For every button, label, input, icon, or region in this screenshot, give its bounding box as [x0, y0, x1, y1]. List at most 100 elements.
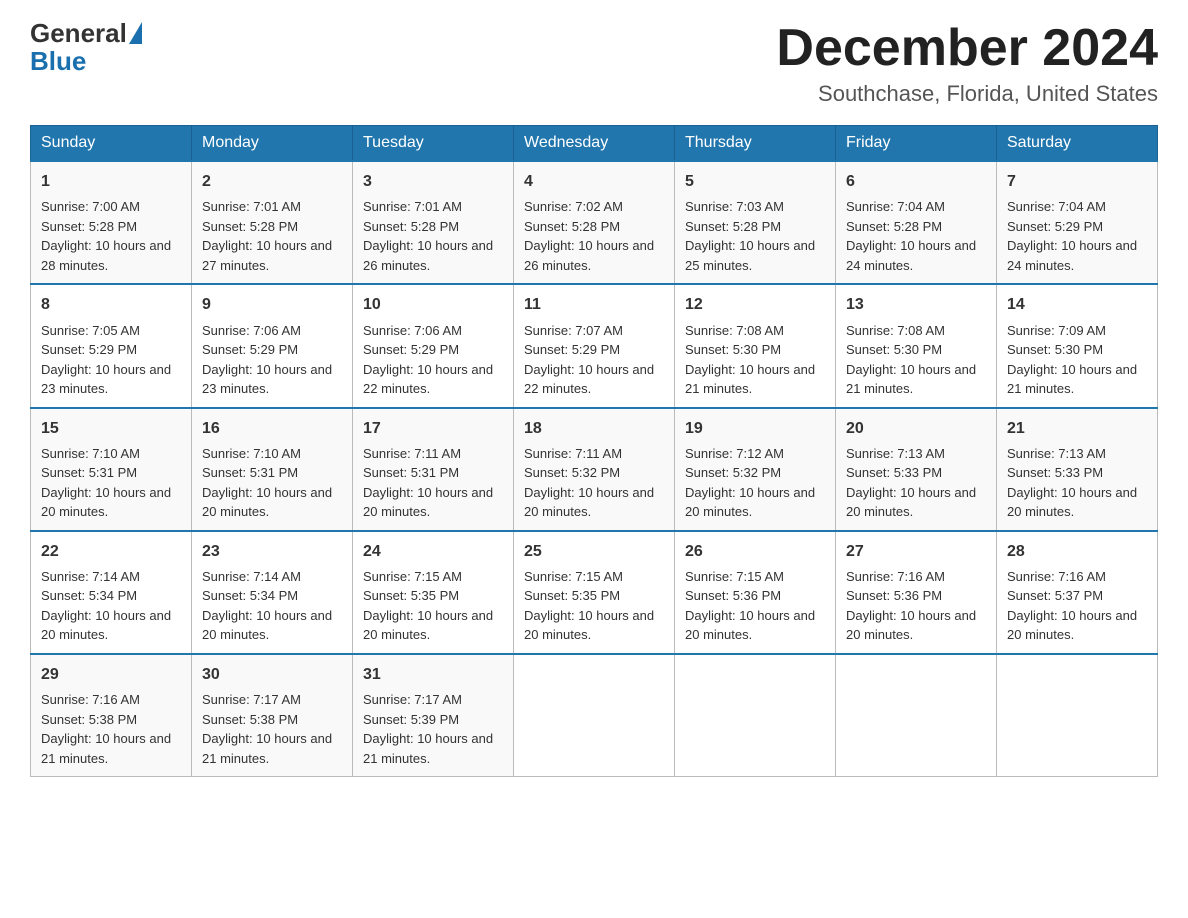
calendar-cell: 12Sunrise: 7:08 AMSunset: 5:30 PMDayligh… [675, 284, 836, 407]
calendar-cell: 14Sunrise: 7:09 AMSunset: 5:30 PMDayligh… [997, 284, 1158, 407]
calendar-cell: 6 Sunrise: 7:04 AMSunset: 5:28 PMDaylight… [836, 161, 997, 284]
week-row-3: 15Sunrise: 7:10 AMSunset: 5:31 PMDayligh… [31, 408, 1158, 531]
month-title: December 2024 [776, 20, 1158, 77]
day-info: Sunrise: 7:04 AMSunset: 5:28 PMDaylight:… [846, 197, 986, 275]
calendar-cell: 15Sunrise: 7:10 AMSunset: 5:31 PMDayligh… [31, 408, 192, 531]
calendar-cell: 24 Sunrise: 7:15 AMSunset: 5:35 PMDayligh… [353, 531, 514, 654]
day-number: 20 [846, 417, 986, 440]
day-info: Sunrise: 7:01 AMSunset: 5:28 PMDaylight:… [363, 197, 503, 275]
calendar-cell: 28Sunrise: 7:16 AMSunset: 5:37 PMDayligh… [997, 531, 1158, 654]
day-number: 27 [846, 540, 986, 563]
logo-general-text: General [30, 20, 127, 46]
day-number: 26 [685, 540, 825, 563]
location-subtitle: Southchase, Florida, United States [776, 81, 1158, 107]
day-info: Sunrise: 7:08 AMSunset: 5:30 PMDaylight:… [846, 321, 986, 399]
header-day-wednesday: Wednesday [514, 126, 675, 162]
day-number: 9 [202, 293, 342, 316]
calendar-cell: 23 Sunrise: 7:14 AMSunset: 5:34 PMDayligh… [192, 531, 353, 654]
day-info: Sunrise: 7:17 AMSunset: 5:38 PMDaylight:… [202, 690, 342, 768]
week-row-1: 1 Sunrise: 7:00 AMSunset: 5:28 PMDaylight… [31, 161, 1158, 284]
calendar-cell: 22 Sunrise: 7:14 AMSunset: 5:34 PMDayligh… [31, 531, 192, 654]
day-number: 14 [1007, 293, 1147, 316]
page-header: General Blue December 2024 Southchase, F… [30, 20, 1158, 107]
calendar-cell: 29 Sunrise: 7:16 AMSunset: 5:38 PMDayligh… [31, 654, 192, 777]
logo: General Blue [30, 20, 144, 77]
calendar-cell: 5Sunrise: 7:03 AMSunset: 5:28 PMDaylight… [675, 161, 836, 284]
day-info: Sunrise: 7:16 AMSunset: 5:38 PMDaylight:… [41, 690, 181, 768]
day-number: 10 [363, 293, 503, 316]
day-info: Sunrise: 7:11 AMSunset: 5:31 PMDaylight:… [363, 444, 503, 522]
day-info: Sunrise: 7:14 AMSunset: 5:34 PMDaylight:… [202, 567, 342, 645]
day-number: 1 [41, 170, 181, 193]
day-info: Sunrise: 7:15 AMSunset: 5:35 PMDaylight:… [524, 567, 664, 645]
day-info: Sunrise: 7:04 AMSunset: 5:29 PMDaylight:… [1007, 197, 1147, 275]
calendar-cell: 2Sunrise: 7:01 AMSunset: 5:28 PMDaylight… [192, 161, 353, 284]
header-row: SundayMondayTuesdayWednesdayThursdayFrid… [31, 126, 1158, 162]
day-info: Sunrise: 7:12 AMSunset: 5:32 PMDaylight:… [685, 444, 825, 522]
day-info: Sunrise: 7:07 AMSunset: 5:29 PMDaylight:… [524, 321, 664, 399]
calendar-cell: 7 Sunrise: 7:04 AMSunset: 5:29 PMDaylight… [997, 161, 1158, 284]
calendar-cell [675, 654, 836, 777]
day-number: 13 [846, 293, 986, 316]
day-info: Sunrise: 7:13 AMSunset: 5:33 PMDaylight:… [846, 444, 986, 522]
day-number: 8 [41, 293, 181, 316]
day-number: 30 [202, 663, 342, 686]
day-info: Sunrise: 7:02 AMSunset: 5:28 PMDaylight:… [524, 197, 664, 275]
calendar-cell: 11 Sunrise: 7:07 AMSunset: 5:29 PMDayligh… [514, 284, 675, 407]
day-info: Sunrise: 7:06 AMSunset: 5:29 PMDaylight:… [202, 321, 342, 399]
calendar-cell: 21 Sunrise: 7:13 AMSunset: 5:33 PMDayligh… [997, 408, 1158, 531]
day-info: Sunrise: 7:03 AMSunset: 5:28 PMDaylight:… [685, 197, 825, 275]
day-info: Sunrise: 7:15 AMSunset: 5:35 PMDaylight:… [363, 567, 503, 645]
day-number: 22 [41, 540, 181, 563]
calendar-cell: 30 Sunrise: 7:17 AMSunset: 5:38 PMDayligh… [192, 654, 353, 777]
day-number: 24 [363, 540, 503, 563]
calendar-cell: 10Sunrise: 7:06 AMSunset: 5:29 PMDayligh… [353, 284, 514, 407]
calendar-cell: 3Sunrise: 7:01 AMSunset: 5:28 PMDaylight… [353, 161, 514, 284]
day-number: 21 [1007, 417, 1147, 440]
day-number: 4 [524, 170, 664, 193]
header-day-friday: Friday [836, 126, 997, 162]
header-day-saturday: Saturday [997, 126, 1158, 162]
day-info: Sunrise: 7:00 AMSunset: 5:28 PMDaylight:… [41, 197, 181, 275]
day-number: 17 [363, 417, 503, 440]
day-info: Sunrise: 7:05 AMSunset: 5:29 PMDaylight:… [41, 321, 181, 399]
calendar-cell: 19Sunrise: 7:12 AMSunset: 5:32 PMDayligh… [675, 408, 836, 531]
day-number: 16 [202, 417, 342, 440]
day-info: Sunrise: 7:14 AMSunset: 5:34 PMDaylight:… [41, 567, 181, 645]
calendar-cell: 1 Sunrise: 7:00 AMSunset: 5:28 PMDaylight… [31, 161, 192, 284]
day-number: 29 [41, 663, 181, 686]
calendar-cell [836, 654, 997, 777]
day-number: 23 [202, 540, 342, 563]
header-day-sunday: Sunday [31, 126, 192, 162]
day-number: 2 [202, 170, 342, 193]
day-number: 25 [524, 540, 664, 563]
calendar-cell: 27 Sunrise: 7:16 AMSunset: 5:36 PMDayligh… [836, 531, 997, 654]
day-number: 18 [524, 417, 664, 440]
day-number: 7 [1007, 170, 1147, 193]
week-row-2: 8 Sunrise: 7:05 AMSunset: 5:29 PMDaylight… [31, 284, 1158, 407]
calendar-cell: 25 Sunrise: 7:15 AMSunset: 5:35 PMDayligh… [514, 531, 675, 654]
calendar-cell: 17 Sunrise: 7:11 AMSunset: 5:31 PMDayligh… [353, 408, 514, 531]
day-info: Sunrise: 7:13 AMSunset: 5:33 PMDaylight:… [1007, 444, 1147, 522]
day-number: 28 [1007, 540, 1147, 563]
day-number: 11 [524, 293, 664, 316]
calendar-table: SundayMondayTuesdayWednesdayThursdayFrid… [30, 125, 1158, 777]
calendar-cell: 8 Sunrise: 7:05 AMSunset: 5:29 PMDaylight… [31, 284, 192, 407]
calendar-cell: 18Sunrise: 7:11 AMSunset: 5:32 PMDayligh… [514, 408, 675, 531]
day-number: 12 [685, 293, 825, 316]
calendar-cell [997, 654, 1158, 777]
day-number: 6 [846, 170, 986, 193]
day-number: 15 [41, 417, 181, 440]
day-info: Sunrise: 7:16 AMSunset: 5:36 PMDaylight:… [846, 567, 986, 645]
calendar-cell [514, 654, 675, 777]
logo-blue-text: Blue [30, 46, 86, 76]
header-day-thursday: Thursday [675, 126, 836, 162]
calendar-cell: 31Sunrise: 7:17 AMSunset: 5:39 PMDayligh… [353, 654, 514, 777]
day-info: Sunrise: 7:17 AMSunset: 5:39 PMDaylight:… [363, 690, 503, 768]
calendar-cell: 13 Sunrise: 7:08 AMSunset: 5:30 PMDayligh… [836, 284, 997, 407]
header-day-tuesday: Tuesday [353, 126, 514, 162]
header-day-monday: Monday [192, 126, 353, 162]
week-row-5: 29 Sunrise: 7:16 AMSunset: 5:38 PMDayligh… [31, 654, 1158, 777]
calendar-cell: 20 Sunrise: 7:13 AMSunset: 5:33 PMDayligh… [836, 408, 997, 531]
calendar-cell: 9 Sunrise: 7:06 AMSunset: 5:29 PMDaylight… [192, 284, 353, 407]
